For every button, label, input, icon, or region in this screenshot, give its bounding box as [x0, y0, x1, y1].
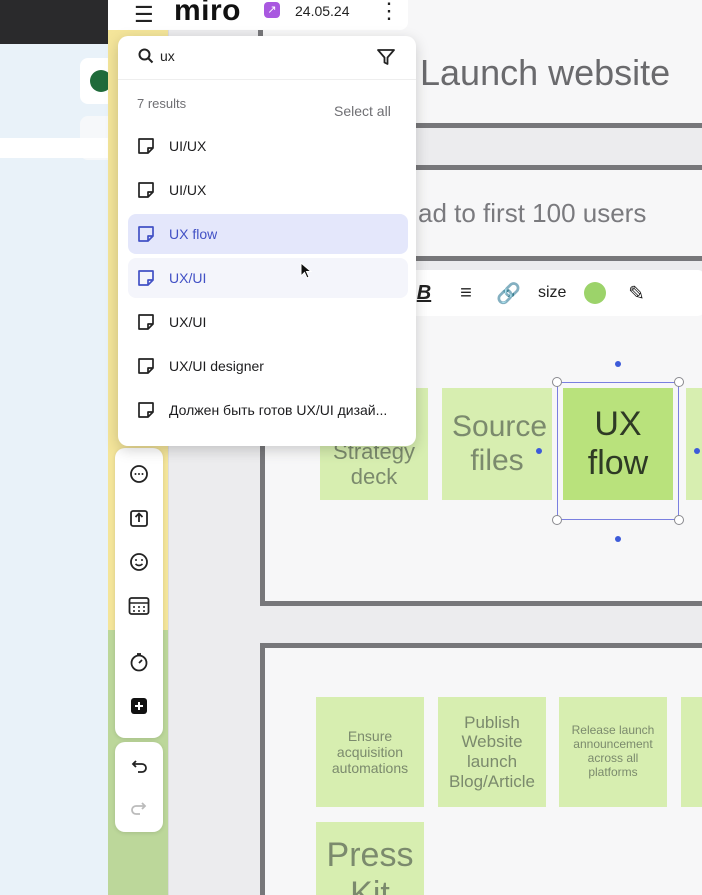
search-icon: [138, 48, 154, 64]
background-window-titlebar: [0, 0, 108, 44]
sticky-note[interactable]: [686, 388, 702, 500]
search-result-hover[interactable]: UX/UI: [128, 258, 408, 298]
board-title[interactable]: 24.05.24: [295, 3, 350, 19]
search-result[interactable]: UX/UI: [128, 302, 408, 342]
sticky-text: Source files: [452, 409, 548, 478]
font-size-button[interactable]: size: [538, 284, 566, 302]
resize-handle[interactable]: [552, 515, 562, 525]
sticky-note[interactable]: [681, 697, 702, 807]
menu-icon[interactable]: ☰: [134, 2, 154, 28]
search-result-label: UX/UI designer: [169, 358, 264, 374]
sticky-note-icon: [138, 358, 154, 374]
sticky-note[interactable]: Publish Website launch Blog/Article: [438, 697, 546, 807]
results-count: 7 results: [137, 96, 187, 111]
background-window: [0, 0, 108, 895]
search-result[interactable]: Должен быть готов UX/UI дизай...: [128, 390, 408, 430]
comment-icon[interactable]: [115, 456, 163, 492]
top-bar: ☰ miro ↗ 24.05.24 ⋮: [108, 0, 408, 30]
search-input[interactable]: [160, 48, 360, 64]
sticky-text: Publish Website launch Blog/Article: [449, 712, 535, 791]
connector-dot[interactable]: [536, 448, 542, 454]
redo-icon[interactable]: [115, 790, 163, 826]
sticky-note-icon: [138, 270, 154, 286]
color-swatch[interactable]: [584, 282, 607, 304]
search-result[interactable]: UX/UI designer: [128, 346, 408, 386]
upload-icon[interactable]: [115, 500, 163, 536]
resize-handle[interactable]: [674, 515, 684, 525]
search-result-selected[interactable]: UX flow: [128, 214, 408, 254]
highlighter-icon[interactable]: ✎: [624, 281, 648, 306]
sticky-note[interactable]: Press Kit: [316, 822, 424, 895]
link-icon[interactable]: 🔗: [496, 281, 521, 306]
sticker-icon[interactable]: [115, 544, 163, 580]
search-result[interactable]: UI/UX: [128, 170, 408, 210]
frame-title: ad to first 100 users: [418, 198, 647, 228]
background-input: [0, 138, 108, 158]
sticky-note[interactable]: Release launch announcement across all p…: [559, 697, 667, 807]
toolbar-left: [115, 448, 163, 738]
sticky-note[interactable]: Source files: [442, 388, 552, 500]
sticky-note[interactable]: Ensure acquisition automations: [316, 697, 424, 807]
text-format-toolbar: B ≡ 🔗 size ✎: [404, 270, 702, 316]
more-options-icon[interactable]: ⋮: [378, 0, 400, 24]
select-all-button[interactable]: Select all: [334, 103, 391, 119]
align-center-icon[interactable]: ≡: [454, 282, 478, 305]
sticky-text: Ensure acquisition automations: [331, 727, 409, 777]
sticky-note-icon: [138, 182, 154, 198]
sticky-note-icon: [138, 314, 154, 330]
connector-dot[interactable]: [615, 536, 621, 542]
filter-icon[interactable]: [376, 47, 396, 67]
sticky-note-icon: [138, 226, 154, 242]
search-result-label: UI/UX: [169, 138, 207, 154]
search-bar: [118, 36, 416, 80]
sticky-text: Release launch announcement across all p…: [571, 723, 655, 779]
search-result-label: Должен быть готов UX/UI дизай...: [169, 402, 388, 418]
search-result[interactable]: UI/UX: [128, 126, 408, 166]
selection-box[interactable]: [557, 382, 679, 520]
avatar: [90, 70, 108, 92]
sticky-note-icon: [138, 402, 154, 418]
resize-handle[interactable]: [552, 377, 562, 387]
board-icon[interactable]: ↗: [264, 2, 280, 18]
mouse-cursor-icon: [300, 262, 312, 279]
sticky-text: Press Kit: [326, 836, 414, 895]
sticky-text: Strategy deck: [333, 438, 415, 489]
table-icon[interactable]: [115, 588, 163, 624]
undo-icon[interactable]: [115, 748, 163, 784]
resize-handle[interactable]: [674, 377, 684, 387]
search-result-label: UX flow: [169, 226, 218, 242]
timer-icon[interactable]: [115, 644, 163, 680]
search-result-label: UX/UI: [169, 314, 207, 330]
frame-title: Launch website: [420, 52, 671, 93]
miro-logo: miro: [174, 0, 242, 27]
search-result-label: UI/UX: [169, 182, 207, 198]
search-result-label: UX/UI: [169, 270, 207, 286]
connector-dot[interactable]: [694, 448, 700, 454]
sticky-note-icon: [138, 138, 154, 154]
search-panel: 7 results Select all UI/UX UI/UX UX flow…: [118, 36, 416, 446]
history-toolbar: [115, 742, 163, 832]
connector-dot[interactable]: [615, 361, 621, 367]
add-icon[interactable]: [115, 688, 163, 724]
